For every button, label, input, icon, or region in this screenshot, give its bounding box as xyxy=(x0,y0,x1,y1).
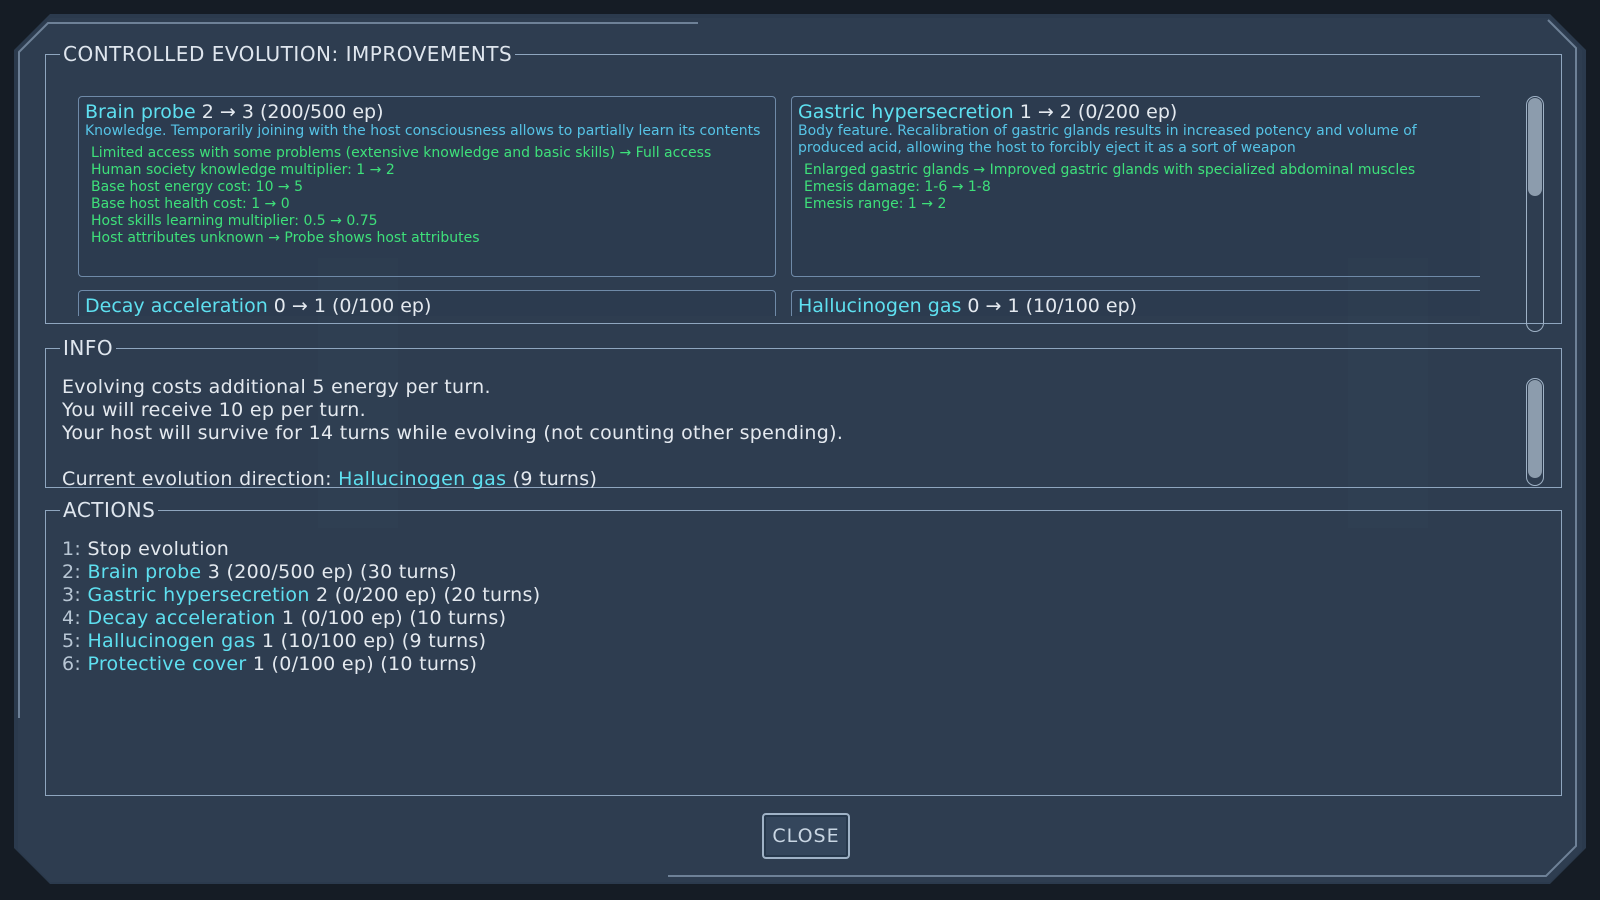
improvement-card-brain-probe[interactable]: Brain probe 2 → 3 (200/500 ep) Knowledge… xyxy=(78,96,776,277)
scrollbar-thumb[interactable] xyxy=(1528,380,1542,478)
direction-name: Hallucinogen gas xyxy=(338,468,507,490)
improvement-name: Hallucinogen gas xyxy=(798,295,962,316)
actions-title: ACTIONS xyxy=(63,498,156,522)
effect-line: Host skills learning multiplier: 0.5 → 0… xyxy=(91,213,378,229)
info-title: INFO xyxy=(63,336,114,360)
action-name: Protective cover xyxy=(87,653,247,675)
improvement-card-gastric-hypersecretion[interactable]: Gastric hypersecretion 1 → 2 (0/200 ep) … xyxy=(791,96,1480,277)
action-number: 2 xyxy=(62,561,75,583)
info-scrollbar[interactable] xyxy=(1526,378,1544,486)
improvement-effects: Limited access with some problems (exten… xyxy=(85,145,769,247)
action-brain-probe[interactable]: 2: Brain probe 3 (200/500 ep) (30 turns) xyxy=(62,561,540,584)
improvement-name: Gastric hypersecretion xyxy=(798,101,1014,123)
improvement-progress: 0 → 1 (10/100 ep) xyxy=(967,295,1138,316)
effect-line: Human society knowledge multiplier: 1 → … xyxy=(91,162,395,178)
actions-panel: ACTIONS 1: Stop evolution 2: Brain probe… xyxy=(45,498,1562,796)
action-name: Decay acceleration xyxy=(87,607,276,629)
action-stop-evolution[interactable]: 1: Stop evolution xyxy=(62,538,540,561)
info-line: You will receive 10 ep per turn. xyxy=(62,399,366,421)
effect-line: Emesis damage: 1-6 → 1-8 xyxy=(804,179,991,195)
info-line: Evolving costs additional 5 energy per t… xyxy=(62,376,491,398)
evolution-direction: Current evolution direction: Hallucinoge… xyxy=(62,468,843,491)
action-protective-cover[interactable]: 6: Protective cover 1 (0/100 ep) (10 tur… xyxy=(62,653,540,676)
improvement-name: Brain probe xyxy=(85,101,196,123)
direction-label: Current evolution direction: xyxy=(62,468,339,490)
effect-line: Limited access with some problems (exten… xyxy=(91,145,712,161)
action-number: 3 xyxy=(62,584,75,606)
action-gastric-hypersecretion[interactable]: 3: Gastric hypersecretion 2 (0/200 ep) (… xyxy=(62,584,540,607)
improvement-title: Brain probe 2 → 3 (200/500 ep) xyxy=(85,101,769,123)
improvement-effects: Enlarged gastric glands → Improved gastr… xyxy=(798,162,1480,213)
effect-line: Emesis range: 1 → 2 xyxy=(804,196,947,212)
effect-line: Enlarged gastric glands → Improved gastr… xyxy=(804,162,1416,178)
action-decay-acceleration[interactable]: 4: Decay acceleration 1 (0/100 ep) (10 t… xyxy=(62,607,540,630)
action-detail: 3 (200/500 ep) (30 turns) xyxy=(201,561,457,583)
action-number: 5 xyxy=(62,630,75,652)
info-panel: INFO Evolving costs additional 5 energy … xyxy=(45,336,1562,491)
improvement-card-hallucinogen-gas[interactable]: Hallucinogen gas 0 → 1 (10/100 ep) xyxy=(791,290,1480,316)
action-detail: 2 (0/200 ep) (20 turns) xyxy=(309,584,541,606)
improvement-card-decay-acceleration[interactable]: Decay acceleration 0 → 1 (0/100 ep) xyxy=(78,290,776,316)
scrollbar-thumb[interactable] xyxy=(1528,98,1542,196)
action-hallucinogen-gas[interactable]: 5: Hallucinogen gas 1 (10/100 ep) (9 tur… xyxy=(62,630,540,653)
action-detail: Stop evolution xyxy=(87,538,230,560)
improvements-scrollbar[interactable] xyxy=(1526,96,1544,332)
action-detail: 1 (0/100 ep) (10 turns) xyxy=(246,653,478,675)
info-line: Your host will survive for 14 turns whil… xyxy=(62,422,844,444)
improvements-title: CONTROLLED EVOLUTION: IMPROVEMENTS xyxy=(63,42,513,66)
improvements-panel: CONTROLLED EVOLUTION: IMPROVEMENTS Brain… xyxy=(45,42,1562,332)
action-number: 6 xyxy=(62,653,75,675)
improvement-name: Decay acceleration xyxy=(85,295,268,316)
improvement-title: Hallucinogen gas 0 → 1 (10/100 ep) xyxy=(798,295,1480,316)
improvements-list[interactable]: Brain probe 2 → 3 (200/500 ep) Knowledge… xyxy=(78,96,1480,316)
improvement-title: Gastric hypersecretion 1 → 2 (0/200 ep) xyxy=(798,101,1480,123)
close-button[interactable]: CLOSE xyxy=(762,813,850,859)
action-detail: 1 (10/100 ep) (9 turns) xyxy=(255,630,487,652)
improvement-title: Decay acceleration 0 → 1 (0/100 ep) xyxy=(85,295,769,316)
effect-line: Host attributes unknown → Probe shows ho… xyxy=(91,230,480,246)
improvement-description: Knowledge. Temporarily joining with the … xyxy=(85,123,761,139)
action-number: 4 xyxy=(62,607,75,629)
improvement-description: Body feature. Recalibration of gastric g… xyxy=(798,123,1417,156)
actions-list: 1: Stop evolution 2: Brain probe 3 (200/… xyxy=(62,538,540,676)
action-number: 1 xyxy=(62,538,75,560)
action-name: Brain probe xyxy=(87,561,202,583)
effect-line: Base host health cost: 1 → 0 xyxy=(91,196,290,212)
improvement-progress: 2 → 3 (200/500 ep) xyxy=(201,101,384,123)
action-detail: 1 (0/100 ep) (10 turns) xyxy=(275,607,507,629)
improvement-progress: 1 → 2 (0/200 ep) xyxy=(1019,101,1178,123)
action-name: Hallucinogen gas xyxy=(87,630,256,652)
improvement-progress: 0 → 1 (0/100 ep) xyxy=(273,295,432,316)
info-text: Evolving costs additional 5 energy per t… xyxy=(62,376,843,491)
action-name: Gastric hypersecretion xyxy=(87,584,310,606)
direction-turns: (9 turns) xyxy=(506,468,598,490)
effect-line: Base host energy cost: 10 → 5 xyxy=(91,179,304,195)
